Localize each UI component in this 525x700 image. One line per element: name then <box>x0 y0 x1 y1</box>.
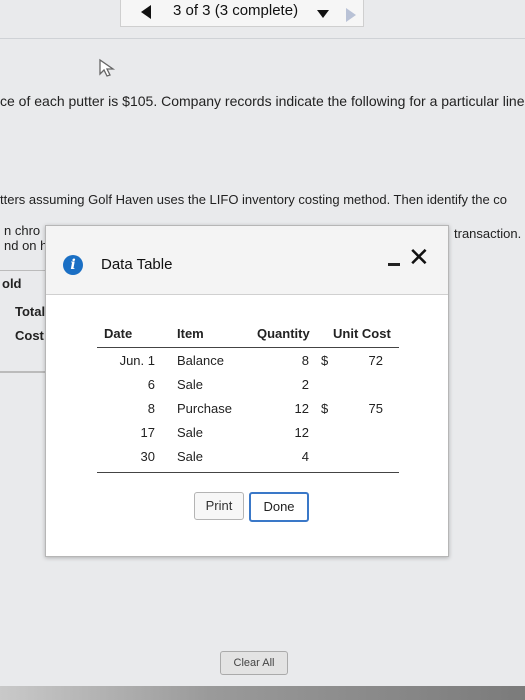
question-text-line-1: ce of each putter is $105. Company recor… <box>0 93 525 109</box>
next-arrow-icon[interactable] <box>346 8 356 22</box>
table-row: 8 Purchase 12 $ 75 <box>97 396 399 420</box>
quantity-cell: 2 <box>301 377 309 392</box>
date-cell: 17 <box>140 425 155 440</box>
dollar-sign: $ <box>321 353 329 368</box>
question-text-line-3-left: n chro <box>4 223 41 238</box>
clear-all-button[interactable]: Clear All <box>220 651 288 675</box>
previous-arrow-icon[interactable] <box>141 5 151 19</box>
dropdown-arrow-icon[interactable] <box>317 10 329 18</box>
question-pager: 3 of 3 (3 complete) <box>120 0 364 27</box>
question-text-line-4: nd on h <box>4 238 48 253</box>
item-cell: Sale <box>177 377 204 392</box>
quantity-cell: 8 <box>301 353 309 368</box>
pager-label[interactable]: 3 of 3 (3 complete) <box>173 2 298 19</box>
date-cell: 6 <box>147 377 155 392</box>
quantity-cell: 12 <box>294 425 309 440</box>
quantity-cell: 12 <box>294 401 309 416</box>
total-label: Total <box>15 304 46 319</box>
mouse-cursor-icon <box>99 58 116 77</box>
column-header-date: Date <box>104 326 133 341</box>
column-header-unit-cost: Unit Cost <box>333 326 391 341</box>
table-row: 6 Sale 2 <box>97 372 399 396</box>
item-cell: Sale <box>177 449 204 464</box>
unit-cost-cell: 75 <box>368 401 383 416</box>
date-cell: Jun. 1 <box>119 353 155 368</box>
done-button[interactable]: Done <box>249 492 309 522</box>
question-text-line-2: tters assuming Golf Haven uses the LIFO … <box>0 192 508 207</box>
dollar-sign: $ <box>321 401 329 416</box>
sold-label: old <box>2 276 22 291</box>
column-header-item: Item <box>177 326 204 341</box>
divider <box>0 38 525 39</box>
minimize-icon[interactable] <box>388 263 400 266</box>
item-cell: Purchase <box>177 401 232 416</box>
item-cell: Balance <box>177 353 224 368</box>
desktop-edge <box>0 686 525 700</box>
column-header-quantity: Quantity <box>257 326 310 341</box>
close-icon[interactable]: ✕ <box>408 244 430 270</box>
question-text-line-3-right: transaction. <box>454 226 522 241</box>
table-bottom-rule <box>97 472 399 473</box>
cost-label: Cost <box>15 328 44 343</box>
date-cell: 30 <box>140 449 155 464</box>
unit-cost-cell: 72 <box>368 353 383 368</box>
print-button[interactable]: Print <box>194 492 244 520</box>
data-table-dialog: i Data Table ✕ Date Item Quantity Unit C… <box>45 225 449 557</box>
table-row: 17 Sale 12 <box>97 420 399 444</box>
data-table: Date Item Quantity Unit Cost Jun. 1 Bala… <box>97 321 399 473</box>
quantity-cell: 4 <box>301 449 309 464</box>
dialog-header: i Data Table ✕ <box>46 226 448 295</box>
table-row: 30 Sale 4 <box>97 444 399 468</box>
date-cell: 8 <box>147 401 155 416</box>
info-icon: i <box>63 255 83 275</box>
table-header-row: Date Item Quantity Unit Cost <box>97 321 399 348</box>
item-cell: Sale <box>177 425 204 440</box>
table-row: Jun. 1 Balance 8 $ 72 <box>97 348 399 372</box>
dialog-title: Data Table <box>101 256 173 273</box>
divider <box>0 372 45 373</box>
